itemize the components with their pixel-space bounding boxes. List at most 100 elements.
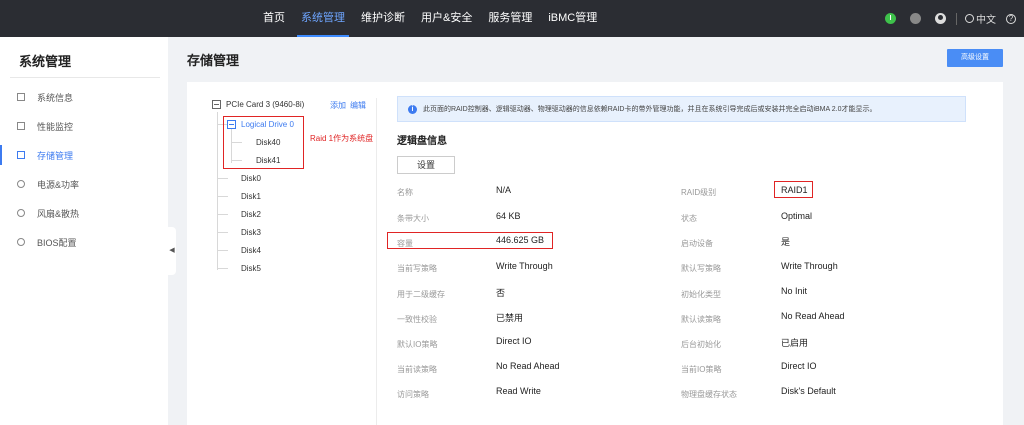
- prop-value: 否: [496, 288, 506, 298]
- tree-connector: [218, 214, 228, 215]
- highlight-box: [774, 181, 813, 198]
- prop-label: RAID级别: [681, 188, 717, 197]
- tree-connector: [218, 232, 228, 233]
- prop-label: 访问策略: [397, 390, 429, 399]
- nav-service-management[interactable]: 服务管理: [480, 0, 540, 37]
- annotation-note: Raid 1作为系统盘: [310, 134, 374, 143]
- prop-label: 一致性校验: [397, 315, 437, 324]
- language-label: 中文: [976, 15, 996, 26]
- sidebar-item-bios[interactable]: BIOS配置: [0, 232, 168, 252]
- prop-label: 当前读策略: [397, 365, 437, 374]
- prop-value: 已禁用: [496, 313, 524, 323]
- sidebar-item-storage[interactable]: 存储管理: [0, 145, 168, 165]
- sidebar: 系统管理 系统信息 性能监控 存储管理 电源&功率 风扇&散热 BIOS配置: [0, 37, 168, 425]
- top-navbar: 首页 系统管理 维护诊断 用户&安全 服务管理 iBMC管理 中文 ?: [0, 0, 1024, 37]
- uid-icon[interactable]: [910, 13, 921, 24]
- tree-disk-item[interactable]: Disk4: [241, 246, 261, 255]
- sidebar-item-power[interactable]: 电源&功率: [0, 174, 168, 194]
- prop-label: 状态: [681, 214, 697, 223]
- prop-label: 启动设备: [681, 239, 713, 248]
- tree-disk-item[interactable]: Disk3: [241, 228, 261, 237]
- tree-connector: [218, 268, 228, 269]
- prop-label: 用于二级缓存: [397, 290, 445, 299]
- prop-label: 默认写策略: [681, 264, 721, 273]
- prop-value: Read Write: [496, 386, 541, 396]
- sidebar-item-label: 电源&功率: [37, 179, 80, 190]
- prop-value: Write Through: [781, 261, 838, 271]
- nav-user-security[interactable]: 用户&安全: [413, 0, 480, 37]
- nav-ibmc-management[interactable]: iBMC管理: [540, 0, 605, 37]
- info-icon: i: [408, 104, 417, 114]
- prop-label: 初始化类型: [681, 290, 721, 299]
- prop-value: Optimal: [781, 211, 813, 221]
- tree-disk-item[interactable]: Disk2: [241, 210, 261, 219]
- prop-value: No Init: [781, 286, 808, 296]
- info-banner: i 此页面的RAID控制器、逻辑驱动器、物理驱动器的信息依赖RAID卡的带外管理…: [397, 96, 966, 122]
- divider: [956, 12, 957, 25]
- section-title: 逻辑盘信息: [397, 136, 447, 147]
- prop-label: 默认读策略: [681, 315, 721, 324]
- sidebar-item-label: 系统信息: [37, 92, 74, 103]
- nav-maintenance[interactable]: 维护诊断: [353, 0, 413, 37]
- gear-icon: [17, 238, 25, 246]
- panel-divider: [376, 98, 377, 425]
- tree-controller[interactable]: PCIe Card 3 (9460-8i): [226, 100, 304, 109]
- globe-icon: [965, 14, 974, 23]
- tree-disk-item[interactable]: Disk5: [241, 264, 261, 273]
- prop-value: No Read Ahead: [496, 361, 560, 371]
- prop-value: No Read Ahead: [781, 311, 845, 321]
- prop-value: Direct IO: [496, 336, 532, 346]
- power-icon: [17, 180, 25, 188]
- prop-label: 物理盘缓存状态: [681, 390, 737, 399]
- prop-label: 名称: [397, 188, 413, 197]
- tree-connector: [218, 250, 228, 251]
- settings-button[interactable]: 设置: [397, 156, 455, 174]
- collapse-toggle-icon[interactable]: [212, 100, 221, 109]
- user-icon[interactable]: [935, 13, 946, 24]
- sidebar-divider: [10, 77, 160, 78]
- info-icon: [17, 93, 25, 101]
- storage-icon: [17, 151, 25, 159]
- nav-system-management[interactable]: 系统管理: [293, 0, 353, 37]
- sidebar-item-label: 风扇&散热: [37, 208, 80, 219]
- prop-value: Disk's Default: [781, 386, 836, 396]
- sidebar-item-performance[interactable]: 性能监控: [0, 116, 168, 136]
- prop-value: Direct IO: [781, 361, 817, 371]
- prop-value: 64 KB: [496, 211, 521, 221]
- top-icons: 中文 ?: [871, 0, 1016, 37]
- sidebar-item-fan[interactable]: 风扇&散热: [0, 203, 168, 223]
- nav-home[interactable]: 首页: [255, 0, 293, 37]
- prop-label: 后台初始化: [681, 340, 721, 349]
- help-icon[interactable]: ?: [1006, 13, 1016, 24]
- highlight-box: [223, 116, 304, 169]
- power-icon[interactable]: [885, 13, 896, 24]
- tree-disk-item[interactable]: Disk1: [241, 192, 261, 201]
- tree-connector: [217, 112, 218, 270]
- prop-label: 当前写策略: [397, 264, 437, 273]
- prop-label: 条带大小: [397, 214, 429, 223]
- fan-icon: [17, 209, 25, 217]
- advanced-settings-button[interactable]: 高级设置: [947, 49, 1003, 67]
- prop-value: 已启用: [781, 338, 809, 348]
- info-message: 此页面的RAID控制器、逻辑驱动器、物理驱动器的信息依赖RAID卡的带外管理功能…: [423, 106, 877, 113]
- prop-value: Write Through: [496, 261, 553, 271]
- sidebar-title: 系统管理: [19, 54, 72, 69]
- sidebar-item-label: 存储管理: [37, 150, 74, 161]
- main-nav: 首页 系统管理 维护诊断 用户&安全 服务管理 iBMC管理: [255, 0, 605, 37]
- prop-value: N/A: [496, 185, 512, 195]
- sidebar-collapse-handle[interactable]: ◀: [168, 227, 176, 275]
- add-link[interactable]: 添加: [330, 100, 346, 111]
- edit-link[interactable]: 编辑: [350, 100, 366, 111]
- chart-icon: [17, 122, 25, 130]
- highlight-box: [387, 232, 553, 249]
- tree-connector: [218, 196, 228, 197]
- prop-value: 是: [781, 237, 791, 247]
- prop-label: 当前IO策略: [681, 365, 722, 374]
- language-switch[interactable]: 中文: [965, 11, 996, 26]
- sidebar-item-system-info[interactable]: 系统信息: [0, 87, 168, 107]
- sidebar-item-label: 性能监控: [37, 121, 74, 132]
- tree-disk-item[interactable]: Disk0: [241, 174, 261, 183]
- prop-label: 默认IO策略: [397, 340, 438, 349]
- tree-connector: [218, 178, 228, 179]
- page-title: 存储管理: [187, 53, 240, 68]
